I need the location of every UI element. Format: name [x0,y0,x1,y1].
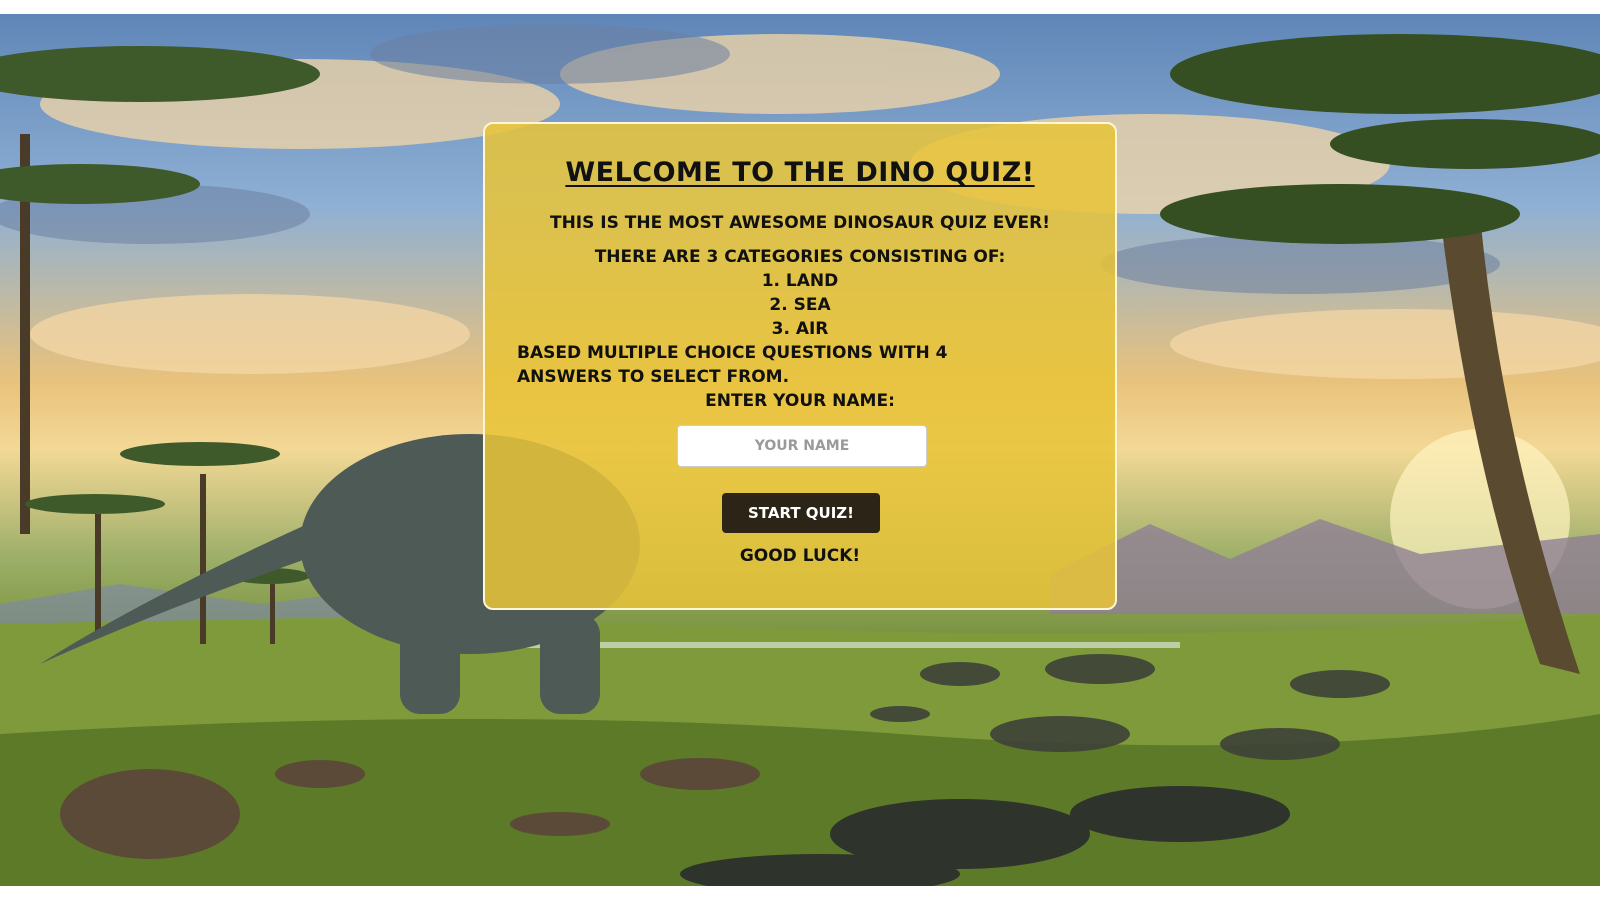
category-land: 1. Land [761,271,839,291]
category-air: 3. Air [771,319,829,339]
category-sea: 2. Sea [769,295,831,315]
description-text: Based multiple choice questions with 4 a… [517,343,948,387]
categories-intro-text: There are 3 categories consisting of: [594,247,1006,267]
good-luck-text: Good Luck! [739,546,861,566]
name-input[interactable] [677,425,927,467]
start-quiz-button[interactable]: Start Quiz! [722,493,880,533]
page-title: Welcome to the Dino Quiz! [565,157,1035,188]
name-label: Enter your name: [705,391,895,411]
quiz-welcome-panel: Welcome to the Dino Quiz! This is the mo… [483,122,1117,610]
intro-text: This is the most awesome dinosaur quiz e… [549,213,1051,233]
